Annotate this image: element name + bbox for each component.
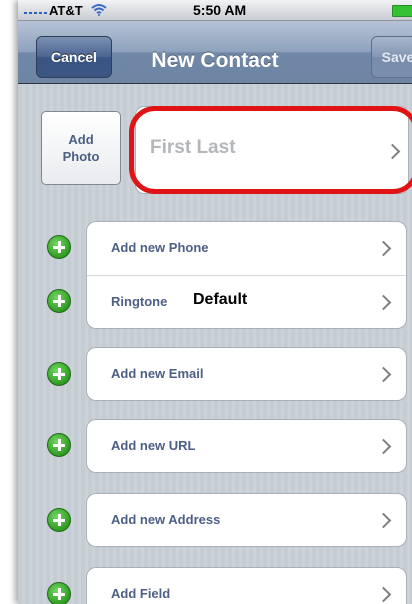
name-field[interactable]: First Last bbox=[135, 106, 409, 194]
chevron-right-icon bbox=[375, 294, 392, 311]
status-time: 5:50 AM bbox=[193, 2, 247, 18]
add-url-row[interactable]: Add new URL bbox=[86, 419, 407, 473]
ringtone-row[interactable]: Ringtone Default bbox=[87, 276, 406, 328]
add-phone-icon[interactable] bbox=[47, 235, 71, 259]
add-email-label: Add new Email bbox=[111, 366, 204, 381]
add-url-label: Add new URL bbox=[111, 438, 196, 453]
status-bar: AT&T 5:50 AM bbox=[18, 0, 412, 21]
signal-icon bbox=[24, 12, 47, 14]
chevron-right-icon bbox=[375, 438, 392, 455]
ringtone-value: Default bbox=[193, 291, 248, 308]
phone-ringtone-group: Add new Phone Ringtone Default bbox=[86, 221, 407, 329]
phone-screen: AT&T 5:50 AM New Contact Cancel Save Add… bbox=[18, 0, 412, 604]
add-photo-button[interactable]: Add Photo bbox=[41, 111, 121, 185]
carrier-name: AT&T bbox=[49, 3, 83, 18]
chevron-right-icon bbox=[375, 240, 392, 257]
contact-form: Add Photo First Last Add new Phone Ringt… bbox=[18, 84, 412, 604]
add-url-icon[interactable] bbox=[47, 433, 71, 457]
ringtone-label: Ringtone bbox=[111, 294, 168, 309]
add-ringtone-icon[interactable] bbox=[47, 289, 71, 313]
add-email-row[interactable]: Add new Email bbox=[86, 347, 407, 401]
add-phone-label: Add new Phone bbox=[111, 240, 209, 255]
add-field-icon[interactable] bbox=[47, 582, 71, 604]
add-photo-label: Add Photo bbox=[62, 132, 100, 164]
chevron-right-icon bbox=[375, 586, 392, 603]
add-field-row[interactable]: Add Field bbox=[86, 567, 407, 604]
add-field-label: Add Field bbox=[111, 586, 171, 601]
add-phone-row[interactable]: Add new Phone bbox=[87, 222, 406, 274]
add-address-icon[interactable] bbox=[47, 508, 71, 532]
save-button[interactable]: Save bbox=[371, 36, 412, 78]
chevron-right-icon bbox=[384, 143, 401, 160]
battery-icon bbox=[392, 5, 412, 17]
cancel-button[interactable]: Cancel bbox=[36, 36, 112, 78]
wifi-icon bbox=[91, 4, 107, 16]
chevron-right-icon bbox=[375, 366, 392, 383]
chevron-right-icon bbox=[375, 512, 392, 529]
add-email-icon[interactable] bbox=[47, 362, 71, 386]
add-address-label: Add new Address bbox=[111, 512, 221, 527]
name-placeholder: First Last bbox=[150, 137, 236, 158]
add-address-row[interactable]: Add new Address bbox=[86, 493, 407, 547]
